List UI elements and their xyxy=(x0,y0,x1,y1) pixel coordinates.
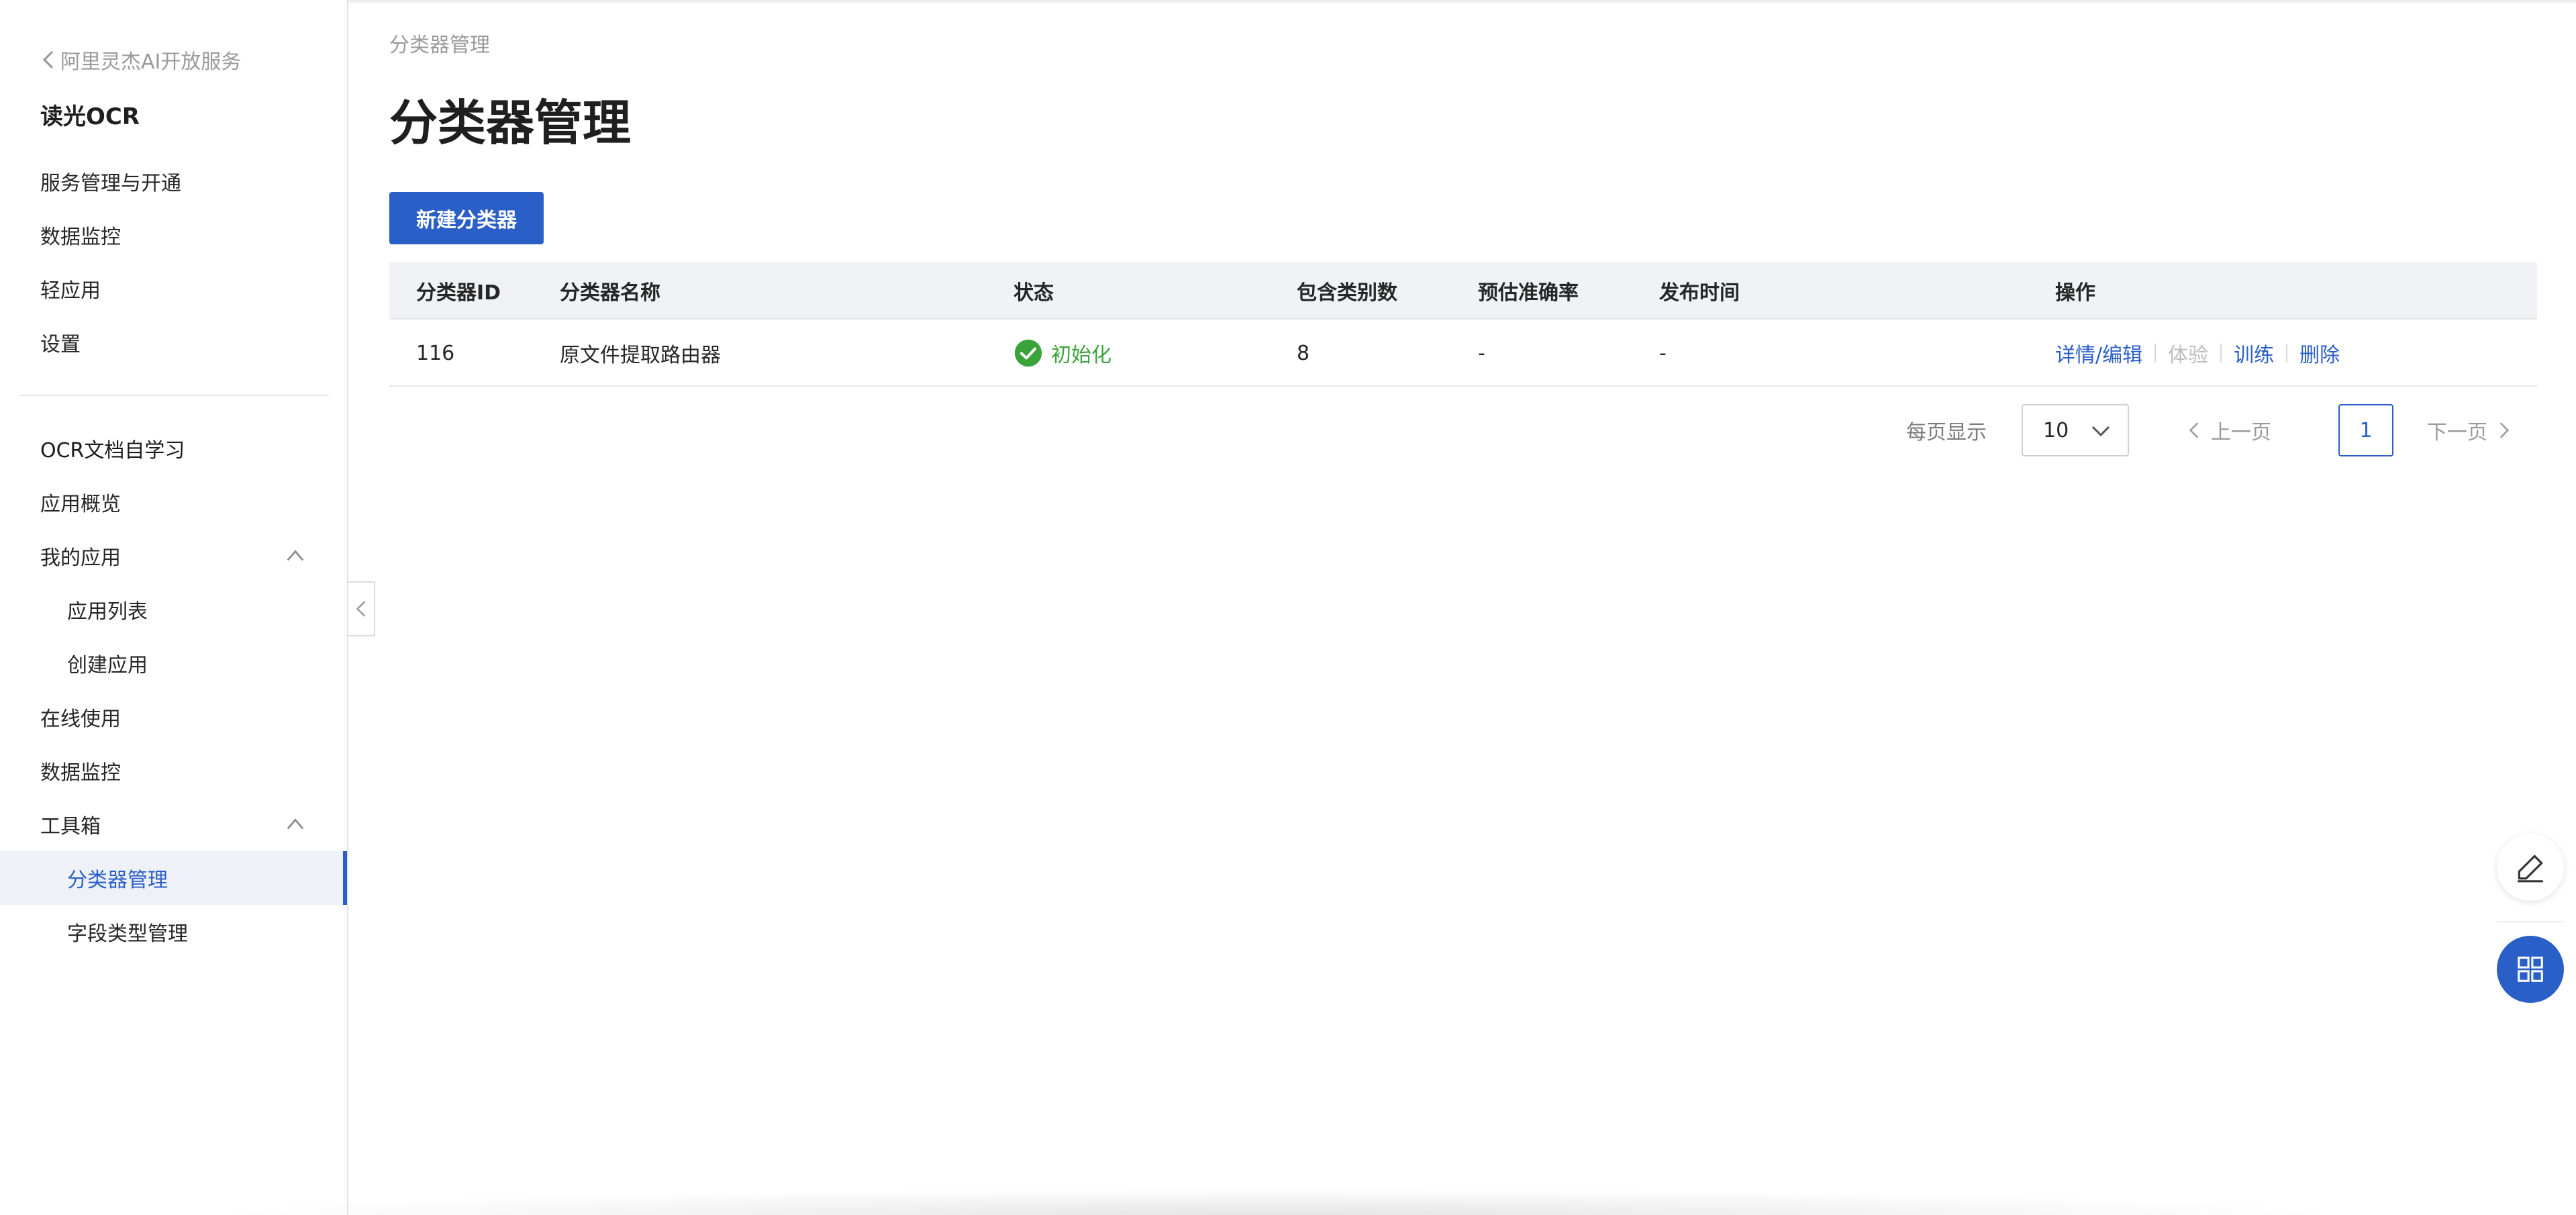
sidebar-item-field-type-management[interactable]: 字段类型管理 xyxy=(0,905,347,959)
sidebar-item-label: 数据监控 xyxy=(40,226,121,249)
cell-actions: 详情/编辑 体验 训练 删除 xyxy=(2055,320,2340,387)
sidebar-item-label: 设置 xyxy=(40,333,81,356)
column-header-category-count: 包含类别数 xyxy=(1297,281,1397,305)
try-link[interactable]: 体验 xyxy=(2168,338,2208,368)
column-header-name: 分类器名称 xyxy=(560,281,660,305)
column-header-status: 状态 xyxy=(1013,281,1054,305)
sidebar-item-app-list[interactable]: 应用列表 xyxy=(0,583,347,636)
back-link[interactable]: 阿里灵杰AI开放服务 xyxy=(40,44,241,75)
sidebar-item-label: 我的应用 xyxy=(40,546,121,570)
next-page-button[interactable]: 下一页 xyxy=(2427,403,2510,458)
pagination: 每页显示 10 上一页 1 下一页 xyxy=(1732,403,2537,458)
sidebar-item-toolbox[interactable]: 工具箱 xyxy=(0,797,347,851)
chevron-left-icon xyxy=(42,50,54,69)
pencil-icon xyxy=(2518,855,2543,883)
per-page-select[interactable]: 10 xyxy=(2022,404,2129,456)
grid-icon xyxy=(2518,957,2543,982)
sidebar-item-data-monitor-2[interactable]: 数据监控 xyxy=(0,744,347,797)
feedback-edit-button[interactable] xyxy=(2497,834,2564,901)
sidebar-item-label: 字段类型管理 xyxy=(67,922,188,946)
chevron-up-icon xyxy=(287,550,304,561)
sidebar-item-settings[interactable]: 设置 xyxy=(0,315,347,369)
sidebar-item-label: 创建应用 xyxy=(67,654,148,677)
sidebar-item-label: 服务管理与开通 xyxy=(40,172,181,195)
check-circle-icon xyxy=(1014,339,1042,367)
column-header-accuracy: 预估准确率 xyxy=(1478,281,1579,305)
cell-category-count: 8 xyxy=(1297,341,1310,365)
sidebar-item-my-apps[interactable]: 我的应用 xyxy=(0,529,347,583)
cell-id: 116 xyxy=(416,341,455,365)
prev-page-button[interactable]: 上一页 xyxy=(2188,403,2271,458)
sidebar-item-online-use[interactable]: 在线使用 xyxy=(0,690,347,744)
sidebar-item-create-app[interactable]: 创建应用 xyxy=(0,636,347,690)
sidebar-item-data-monitor[interactable]: 数据监控 xyxy=(0,208,347,262)
sidebar: 阿里灵杰AI开放服务 读光OCR 服务管理与开通 数据监控 轻应用 设置 OCR… xyxy=(0,0,348,1215)
sidebar-item-label: 数据监控 xyxy=(40,761,121,785)
chevron-up-icon xyxy=(287,818,304,830)
per-page-value: 10 xyxy=(2043,418,2069,442)
chevron-right-icon xyxy=(2499,422,2510,438)
float-divider xyxy=(2497,921,2564,922)
status-badge: 初始化 xyxy=(1051,344,1111,367)
breadcrumb[interactable]: 分类器管理 xyxy=(389,28,490,58)
sidebar-item-app-overview[interactable]: 应用概览 xyxy=(0,475,347,529)
next-page-label: 下一页 xyxy=(2427,421,2487,444)
sidebar-section-label: OCR文档自学习 xyxy=(40,439,185,463)
sidebar-item-service-management[interactable]: 服务管理与开通 xyxy=(0,154,347,208)
main-content: 分类器管理 分类器管理 新建分类器 分类器ID 分类器名称 状态 包含类别数 预… xyxy=(389,0,2537,1215)
cell-name: 原文件提取路由器 xyxy=(560,344,721,367)
new-classifier-button[interactable]: 新建分类器 xyxy=(389,192,544,244)
cell-status: 初始化 xyxy=(1013,320,1111,387)
classifier-table: 分类器ID 分类器名称 状态 包含类别数 预估准确率 发布时间 操作 116 原… xyxy=(389,262,2537,387)
page-title: 分类器管理 xyxy=(389,95,632,151)
train-link[interactable]: 训练 xyxy=(2234,338,2274,368)
detail-edit-link[interactable]: 详情/编辑 xyxy=(2055,338,2142,368)
action-separator xyxy=(2154,344,2157,362)
cell-publish-time: - xyxy=(1659,341,1667,365)
sidebar-item-label: 应用列表 xyxy=(67,600,148,624)
prev-page-label: 上一页 xyxy=(2211,421,2271,444)
per-page-label: 每页显示 xyxy=(1906,421,1987,444)
page-number-button[interactable]: 1 xyxy=(2338,404,2393,456)
product-title: 读光OCR xyxy=(40,103,140,130)
apps-menu-button[interactable] xyxy=(2497,936,2564,1003)
chevron-left-icon xyxy=(356,601,366,617)
sidebar-item-label: 应用概览 xyxy=(40,493,121,516)
sidebar-divider xyxy=(20,395,329,396)
table-row: 116 原文件提取路由器 初始化 8 - - 详情/编辑 体验 训练 删除 xyxy=(389,320,2537,387)
sidebar-item-classifier-management[interactable]: 分类器管理 xyxy=(0,851,347,905)
sidebar-collapse-handle[interactable] xyxy=(348,581,375,636)
back-link-label: 阿里灵杰AI开放服务 xyxy=(60,50,242,74)
sidebar-item-label: 工具箱 xyxy=(40,815,101,838)
sidebar-item-light-app[interactable]: 轻应用 xyxy=(0,262,347,315)
table-header: 分类器ID 分类器名称 状态 包含类别数 预估准确率 发布时间 操作 xyxy=(389,262,2537,320)
sidebar-item-label: 在线使用 xyxy=(40,708,121,731)
chevron-down-icon xyxy=(2091,426,2110,437)
column-header-publish-time: 发布时间 xyxy=(1659,281,1740,305)
sidebar-item-label: 轻应用 xyxy=(40,279,101,303)
sidebar-item-label: 分类器管理 xyxy=(67,869,168,892)
delete-link[interactable]: 删除 xyxy=(2299,338,2340,368)
column-header-id: 分类器ID xyxy=(416,281,501,305)
sidebar-section-title: OCR文档自学习 xyxy=(0,422,347,475)
action-separator xyxy=(2286,344,2288,362)
chevron-left-icon xyxy=(2189,422,2199,438)
action-separator xyxy=(2220,344,2222,362)
column-header-actions: 操作 xyxy=(2055,281,2095,305)
cell-accuracy: - xyxy=(1478,341,1485,365)
bottom-shadow xyxy=(201,1188,2349,1215)
